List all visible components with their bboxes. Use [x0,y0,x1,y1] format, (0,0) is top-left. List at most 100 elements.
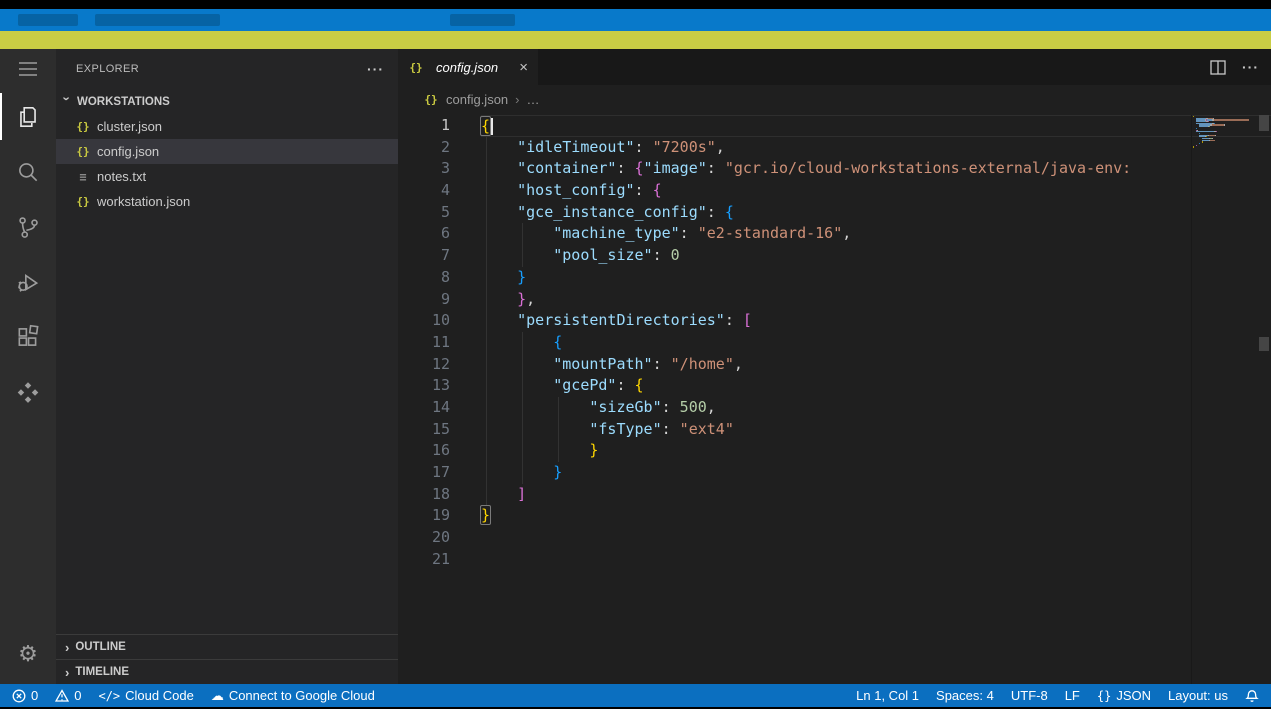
tab-close-icon[interactable]: × [519,59,528,76]
status-item-0[interactable]: 0 [12,688,38,703]
status-item-json[interactable]: {}JSON [1097,688,1151,703]
status-item-spaces-4[interactable]: Spaces: 4 [936,688,994,703]
line-content[interactable]: "gcePd": { [481,375,1271,397]
explorer-more-icon[interactable]: ··· [367,61,384,77]
indent-guide [486,440,487,462]
code-token: [ [743,311,752,329]
line-number[interactable]: 11 [398,332,450,354]
menu-icon[interactable] [0,49,56,89]
line-number[interactable]: 17 [398,462,450,484]
status-item-utf-8[interactable]: UTF-8 [1011,688,1048,703]
file-list: {}cluster.json{}config.json≡notes.txt{}w… [56,114,398,214]
explorer-icon[interactable] [0,89,56,144]
line-number[interactable]: 9 [398,289,450,311]
file-item-config.json[interactable]: {}config.json [56,139,398,164]
code-token: "idleTimeout" [517,138,634,156]
line-number[interactable]: 10 [398,310,450,332]
line-number[interactable]: 21 [398,549,450,571]
breadcrumb-separator-icon: › [515,92,519,107]
line-content[interactable]: }, [481,289,1271,311]
json-file-icon: {} [423,93,439,106]
line-content[interactable]: "container": {"image": "gcr.io/cloud-wor… [481,158,1271,180]
status-item-cloud-code[interactable]: </>Cloud Code [98,688,193,703]
run-debug-icon[interactable] [0,254,56,309]
breadcrumb-more[interactable]: … [527,92,540,107]
file-item-cluster.json[interactable]: {}cluster.json [56,114,398,139]
status-item-bell[interactable] [1245,689,1259,703]
line-number[interactable]: 15 [398,419,450,441]
code-token: "e2-standard-16" [698,224,843,242]
line-content[interactable]: "machine_type": "e2-standard-16", [481,223,1271,245]
split-editor-icon[interactable] [1210,60,1226,75]
line-content[interactable]: "idleTimeout": "7200s", [481,137,1271,159]
section-outline[interactable]: › OUTLINE [56,634,398,659]
cloud-icon: ☁ [211,688,224,704]
status-item-0[interactable]: 0 [55,688,81,703]
line-content[interactable]: "fsType": "ext4" [481,419,1271,441]
status-left: 0 0 </>Cloud Code ☁Connect to Google Cloud [12,688,375,704]
breadcrumb-file[interactable]: config.json [446,92,508,107]
cloud-code-icon[interactable] [0,364,56,419]
outline-label: OUTLINE [75,641,125,653]
line-content[interactable]: } [481,462,1271,484]
line-number[interactable]: 14 [398,397,450,419]
line-number[interactable]: 4 [398,180,450,202]
line-number[interactable]: 19 [398,505,450,527]
line-content[interactable]: } [481,267,1271,289]
line-content[interactable] [481,527,1271,549]
code-token: "persistentDirectories" [517,311,725,329]
line-content[interactable]: } [481,440,1271,462]
tab-config-json[interactable]: {} config.json × [398,49,538,85]
bell-icon [1245,689,1259,703]
line-number[interactable]: 18 [398,484,450,506]
status-item-lf[interactable]: LF [1065,688,1080,703]
line-content[interactable]: "gce_instance_config": { [481,202,1271,224]
extensions-icon[interactable] [0,309,56,364]
line-content[interactable]: } [481,505,1271,527]
line-number[interactable]: 7 [398,245,450,267]
status-label: LF [1065,688,1080,703]
scrollbar-thumb[interactable] [1259,115,1269,131]
line-content[interactable]: "sizeGb": 500, [481,397,1271,419]
line-number[interactable]: 6 [398,223,450,245]
line-content[interactable] [481,549,1271,571]
line-content[interactable]: ] [481,484,1271,506]
line-content[interactable]: { [481,332,1271,354]
settings-gear-icon[interactable]: ⚙ [0,631,56,676]
line-number[interactable]: 12 [398,354,450,376]
editor-group: {} config.json × ··· {} config.json › … … [398,49,1271,684]
section-timeline[interactable]: › TIMELINE [56,659,398,684]
status-item-ln-1-col-1[interactable]: Ln 1, Col 1 [856,688,919,703]
warning-triangle-icon [55,689,69,703]
line-number[interactable]: 1 [398,115,450,137]
titlebar-text-blur [450,14,515,26]
line-number[interactable]: 13 [398,375,450,397]
line-content[interactable]: "pool_size": 0 [481,245,1271,267]
line-number[interactable]: 20 [398,527,450,549]
status-item-layout-us[interactable]: Layout: us [1168,688,1228,703]
line-content[interactable]: { [481,115,1271,137]
indent-guide [522,332,523,354]
line-number[interactable]: 16 [398,440,450,462]
status-item-connect-to-google-cloud[interactable]: ☁Connect to Google Cloud [211,688,375,704]
file-item-notes.txt[interactable]: ≡notes.txt [56,164,398,189]
code-line-17: 17} [398,462,1271,484]
line-content[interactable]: "persistentDirectories": [ [481,310,1271,332]
scrollbar-marker[interactable] [1259,337,1269,351]
line-number[interactable]: 8 [398,267,450,289]
section-workstations[interactable]: › WORKSTATIONS [56,89,398,114]
line-content[interactable]: "mountPath": "/home", [481,354,1271,376]
line-number[interactable]: 3 [398,158,450,180]
editor-more-icon[interactable]: ··· [1242,59,1259,75]
search-icon[interactable] [0,144,56,199]
indent-guide [486,375,487,397]
code-line-10: 10 "persistentDirectories": [ [398,310,1271,332]
file-item-workstation.json[interactable]: {}workstation.json [56,189,398,214]
source-control-icon[interactable] [0,199,56,254]
line-number[interactable]: 5 [398,202,450,224]
code-token: "gce_instance_config" [517,203,707,221]
editor-scrollbar[interactable] [1257,113,1271,684]
line-number[interactable]: 2 [398,137,450,159]
minimap[interactable] [1191,115,1257,684]
line-content[interactable]: "host_config": { [481,180,1271,202]
